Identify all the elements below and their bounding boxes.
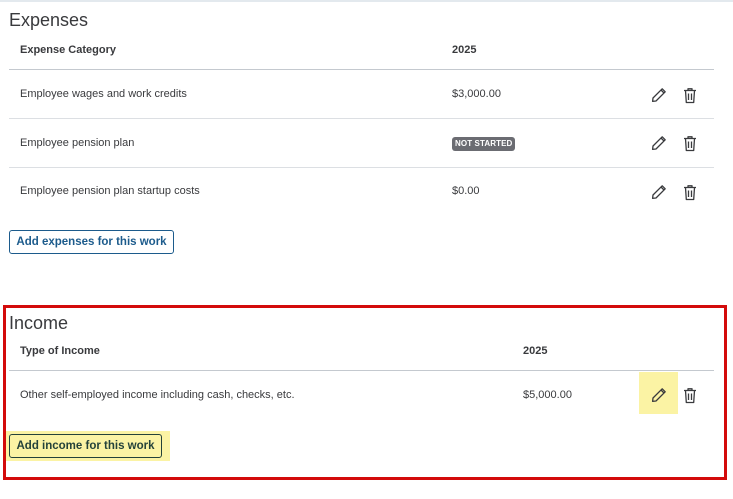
expense-row-value: $3,000.00	[452, 88, 501, 100]
expense-year-header: 2025	[452, 44, 477, 56]
income-row-value: $5,000.00	[523, 389, 572, 401]
add-income-button[interactable]: Add income for this work	[9, 434, 162, 458]
income-header-divider	[9, 370, 714, 371]
trash-icon[interactable]	[680, 85, 700, 105]
income-year-header: 2025	[523, 345, 548, 357]
add-expenses-button[interactable]: Add expenses for this work	[9, 230, 174, 254]
pencil-icon[interactable]	[649, 385, 669, 405]
expenses-header-divider	[9, 69, 714, 70]
trash-icon[interactable]	[680, 385, 700, 405]
expense-row-label: Employee pension plan startup costs	[20, 185, 200, 197]
expenses-title: Expenses	[9, 10, 89, 30]
expense-category-header: Expense Category	[20, 44, 116, 56]
pencil-icon[interactable]	[649, 85, 669, 105]
top-border	[0, 0, 733, 2]
status-badge: NOT STARTED	[452, 137, 516, 151]
expense-row-label: Employee wages and work credits	[20, 88, 187, 100]
trash-icon[interactable]	[680, 182, 700, 202]
row-divider	[9, 167, 714, 168]
row-divider	[9, 118, 714, 119]
pencil-icon[interactable]	[649, 182, 669, 202]
expense-row-value: $0.00	[452, 185, 480, 197]
pencil-icon[interactable]	[649, 133, 669, 153]
trash-icon[interactable]	[680, 133, 700, 153]
expense-row-label: Employee pension plan	[20, 137, 135, 149]
income-type-header: Type of Income	[20, 345, 100, 357]
income-row-label: Other self-employed income including cas…	[20, 389, 295, 401]
income-title: Income	[9, 313, 69, 333]
